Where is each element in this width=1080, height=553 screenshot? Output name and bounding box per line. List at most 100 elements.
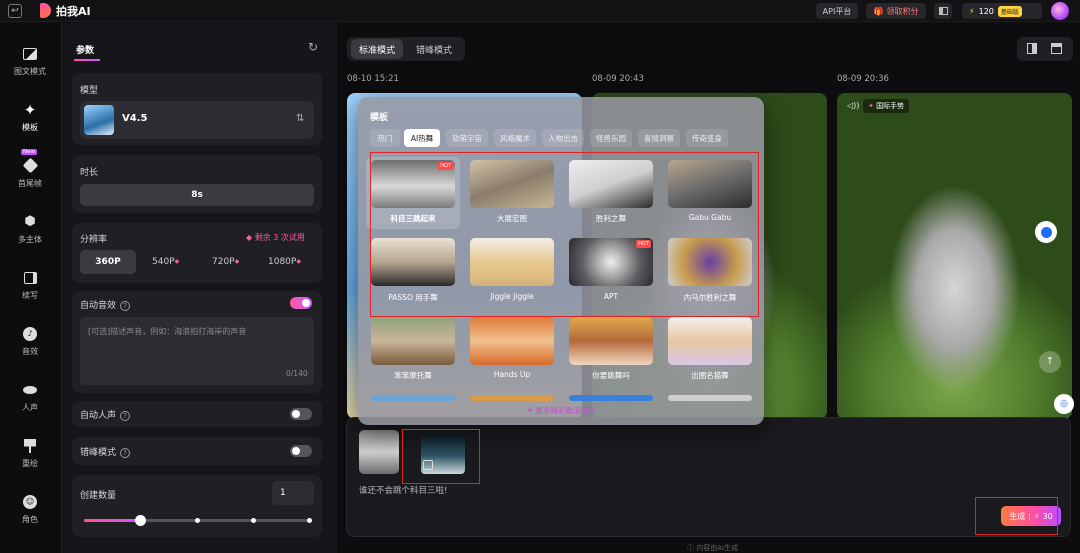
image-icon — [22, 46, 38, 62]
avatar[interactable] — [1051, 2, 1069, 20]
sfx-placeholder: [可选]描述声音，例如：海浪拍打海岸的声音 — [88, 327, 247, 336]
create-count-label: 创建数量 — [80, 491, 117, 501]
cube-icon: ⬢ — [24, 214, 36, 229]
feedback-button[interactable] — [1035, 221, 1057, 243]
category-tab-insight[interactable]: 喜情洞察 — [638, 129, 680, 147]
nav-item-first-last-frame[interactable]: New 首尾帧 — [0, 147, 60, 199]
category-tab-monster-park[interactable]: 怪兽乐园 — [590, 129, 632, 147]
brand-name: 拍我AI — [56, 5, 91, 18]
auto-voice-toggle[interactable] — [290, 408, 312, 420]
resolution-540p[interactable]: 540P◆ — [152, 250, 202, 274]
template-thumb[interactable] — [371, 317, 455, 365]
count-slider-tick — [195, 518, 200, 523]
lips-icon — [22, 382, 38, 398]
standard-mode-button[interactable]: 标准模式 — [351, 39, 403, 59]
api-platform-button[interactable]: API平台 — [816, 3, 858, 19]
create-count-input[interactable]: 1 — [272, 481, 314, 505]
back-icon[interactable]: ↩ — [8, 4, 22, 18]
template-thumb[interactable] — [668, 317, 752, 365]
diamond-icon: ◆ — [246, 233, 253, 242]
tag-star-icon: ✦ — [868, 102, 874, 110]
top-bar: ↩ 拍我AI API平台 🎁 领取积分 ⚡ 120 基础版 — [0, 0, 1080, 22]
auto-sfx-toggle[interactable] — [290, 297, 312, 309]
template-thumb[interactable] — [569, 317, 653, 365]
prompt-text[interactable]: 谁还不会跳个科目三啦! — [359, 484, 447, 496]
off-peak-mode-button[interactable]: 错峰模式 — [407, 39, 461, 59]
highlight-box-upload — [402, 429, 480, 484]
template-thumb[interactable] — [470, 317, 554, 365]
grid-view-icon[interactable] — [1027, 43, 1037, 54]
nav-label: 重绘 — [22, 458, 38, 468]
params-tab-underline — [74, 59, 100, 61]
nav-item-repaint[interactable]: 重绘 — [0, 427, 60, 479]
scroll-top-button[interactable]: ↑ — [1039, 351, 1061, 373]
nav-label: 人声 — [22, 402, 38, 412]
template-label: 笨笨摩托舞 — [394, 371, 432, 380]
category-tab-ai-dance[interactable]: AI热舞 — [404, 129, 440, 147]
new-badge: New — [21, 148, 37, 155]
count-slider-tick — [251, 518, 256, 523]
category-tab-character[interactable]: 人物出击 — [542, 129, 584, 147]
nav-label: 角色 — [22, 514, 38, 524]
video-card[interactable]: ◁)) ✦ 国际手势 — [837, 93, 1072, 419]
template-popup-footer-text: 更多精彩敬请期待 — [535, 406, 596, 415]
list-view-icon[interactable] — [1051, 43, 1062, 54]
credits-button[interactable]: ⚡ 120 基础版 — [962, 3, 1042, 19]
nav-item-continue[interactable]: 续写 — [0, 259, 60, 311]
layout-toggle-button[interactable] — [934, 3, 952, 19]
nav-item-multi-subject[interactable]: ⬢ 多主体 — [0, 203, 60, 255]
category-tab-style-magic[interactable]: 风格魔术 — [494, 129, 536, 147]
category-tab-hot[interactable]: 热门 — [370, 129, 400, 147]
claim-points-button[interactable]: 🎁 领取积分 — [866, 3, 926, 19]
help-icon[interactable]: ? — [120, 448, 131, 458]
reset-icon[interactable]: ↻ — [308, 40, 318, 54]
ai-generated-footer-text: 内容由AI生成 — [696, 544, 739, 552]
bolt-icon: ⚡ — [969, 6, 975, 16]
view-toggle — [1017, 37, 1073, 61]
params-tab[interactable]: 参数 — [76, 43, 94, 56]
chat-icon — [1040, 226, 1052, 238]
auto-sfx-label: 自动音效? — [80, 298, 131, 311]
layout-icon — [938, 7, 948, 15]
template-reference-thumb[interactable] — [359, 430, 399, 474]
nav-item-voice[interactable]: 人声 — [0, 371, 60, 423]
resolution-card: 分辨率 ◆ 剩余 3 次试用 360P 540P◆ 720P◆ 1080P◆ — [72, 223, 322, 283]
sound-icon: ♪ — [22, 326, 38, 342]
nav-item-image-mode[interactable]: 图文模式 — [0, 35, 60, 87]
sparkle-icon: ✦ — [23, 100, 37, 119]
help-icon[interactable]: ? — [120, 411, 131, 421]
template-thumb[interactable] — [569, 395, 653, 401]
diamond-icon: ◆ — [296, 258, 301, 265]
sparkle-icon: ✦ — [526, 406, 533, 415]
face-icon: ☺ — [22, 494, 38, 510]
duration-label: 时长 — [80, 168, 99, 178]
category-tab-legend[interactable]: 传奇变身 — [686, 129, 728, 147]
resolution-label-720p: 720P — [212, 257, 235, 267]
resolution-1080p[interactable]: 1080P◆ — [268, 250, 322, 274]
params-panel: 参数 ↻ 模型 V4.5 ⇅ 时长 8s 分辨率 ◆ 剩余 3 次试用 360P… — [61, 23, 337, 553]
nav-item-templates[interactable]: ✦ 模板 — [0, 91, 60, 143]
resolution-label: 分辨率 — [80, 235, 108, 245]
nav-item-character[interactable]: ☺ 角色 — [0, 483, 60, 535]
nav-label: 图文模式 — [14, 66, 46, 76]
template-tag-label: 国际手势 — [876, 102, 905, 110]
sound-wave-icon: ◁)) — [847, 101, 860, 110]
help-float-button[interactable]: ◎ — [1054, 394, 1074, 414]
nav-item-sound[interactable]: ♪ 音效 — [0, 315, 60, 367]
sfx-description-input[interactable]: [可选]描述声音，例如：海浪拍打海岸的声音 0/140 — [80, 317, 314, 385]
auto-voice-label: 自动人声? — [80, 408, 131, 421]
nav-label: 首尾帧 — [18, 178, 42, 188]
category-tab-soft-universe[interactable]: 软萌宇宙 — [446, 129, 488, 147]
template-thumb[interactable] — [668, 395, 752, 401]
help-icon[interactable]: ? — [120, 301, 131, 311]
template-thumb[interactable] — [371, 395, 455, 401]
peak-mode-toggle[interactable] — [290, 445, 312, 457]
resolution-360p[interactable]: 360P — [80, 250, 136, 274]
duration-option[interactable]: 8s — [80, 184, 314, 206]
resolution-720p[interactable]: 720P◆ — [212, 250, 262, 274]
ai-generated-footer: ⓘ 内容由AI生成 — [687, 543, 738, 553]
template-thumb[interactable] — [470, 395, 554, 401]
model-select[interactable]: V4.5 ⇅ — [80, 101, 314, 139]
nav-label: 续写 — [22, 290, 38, 300]
count-slider-handle[interactable] — [135, 515, 146, 526]
